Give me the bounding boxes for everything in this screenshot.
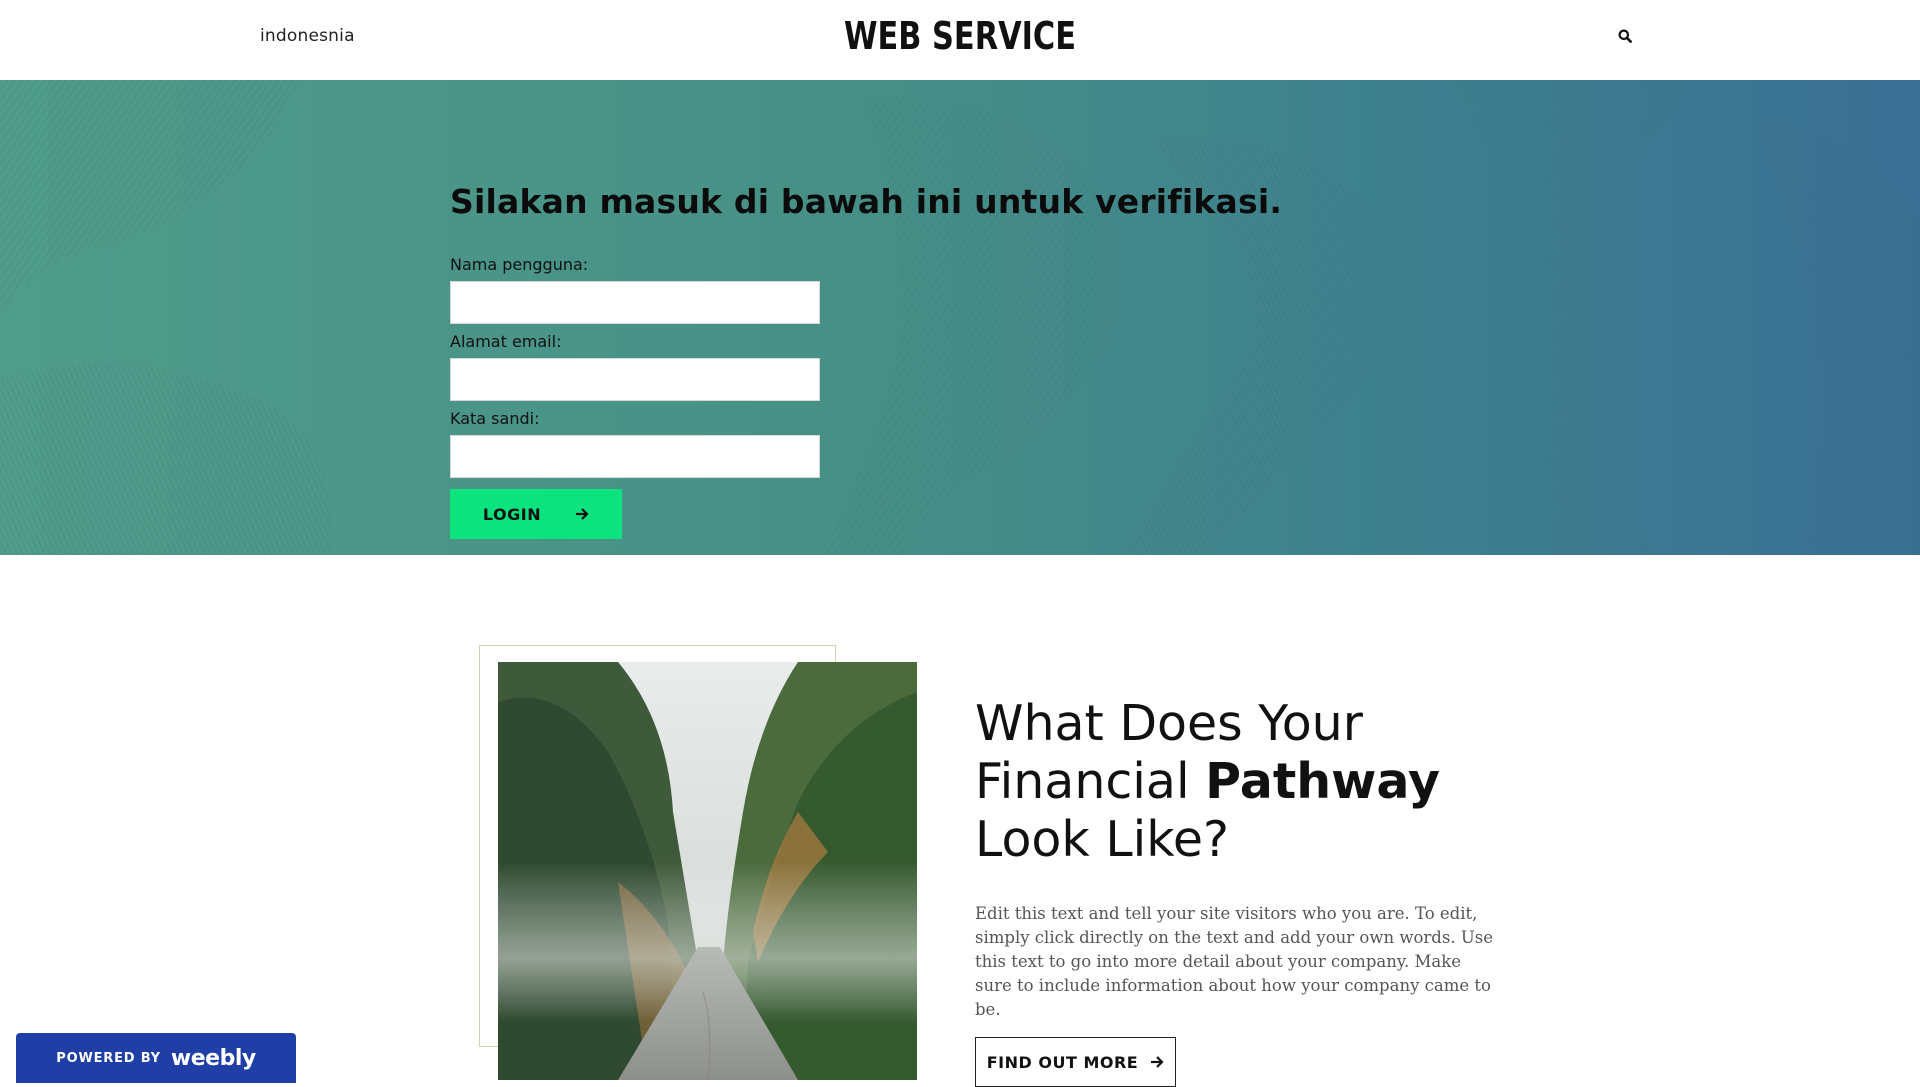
banknote-texture — [0, 80, 1920, 555]
site-header: indonesnia WEB SERVICE — [0, 0, 1920, 80]
search-button[interactable] — [1618, 29, 1638, 49]
arrow-right-icon — [1151, 1056, 1164, 1068]
search-icon — [1618, 29, 1632, 43]
email-input[interactable] — [450, 358, 820, 401]
forest-road-photo — [498, 662, 917, 1080]
powered-by-weebly-badge[interactable]: POWERED BY weebly — [16, 1033, 296, 1083]
username-label: Nama pengguna: — [450, 255, 589, 274]
feature-heading-bold: Pathway — [1205, 753, 1440, 810]
password-label: Kata sandi: — [450, 409, 540, 428]
feature-heading-part-2: Look Like? — [975, 811, 1230, 868]
login-button[interactable]: LOGIN — [450, 489, 622, 539]
verification-heading: Silakan masuk di bawah ini untuk verifik… — [450, 182, 1283, 221]
login-button-label: LOGIN — [482, 504, 542, 524]
hero-banner: Silakan masuk di bawah ini untuk verifik… — [0, 80, 1920, 555]
feature-paragraph: Edit this text and tell your site visito… — [975, 904, 1493, 1019]
weebly-logo: weebly — [170, 1045, 256, 1071]
site-title[interactable]: WEB SERVICE — [192, 14, 1728, 58]
powered-by-label: POWERED BY — [56, 1050, 161, 1066]
find-out-more-label: FIND OUT MORE — [986, 1052, 1139, 1072]
username-input[interactable] — [450, 281, 820, 324]
forest-road-image — [498, 662, 917, 1080]
arrow-right-icon — [576, 508, 589, 520]
feature-heading: What Does Your Financial Pathway Look Li… — [975, 695, 1535, 869]
email-label: Alamat email: — [450, 332, 562, 351]
password-input[interactable] — [450, 435, 820, 478]
